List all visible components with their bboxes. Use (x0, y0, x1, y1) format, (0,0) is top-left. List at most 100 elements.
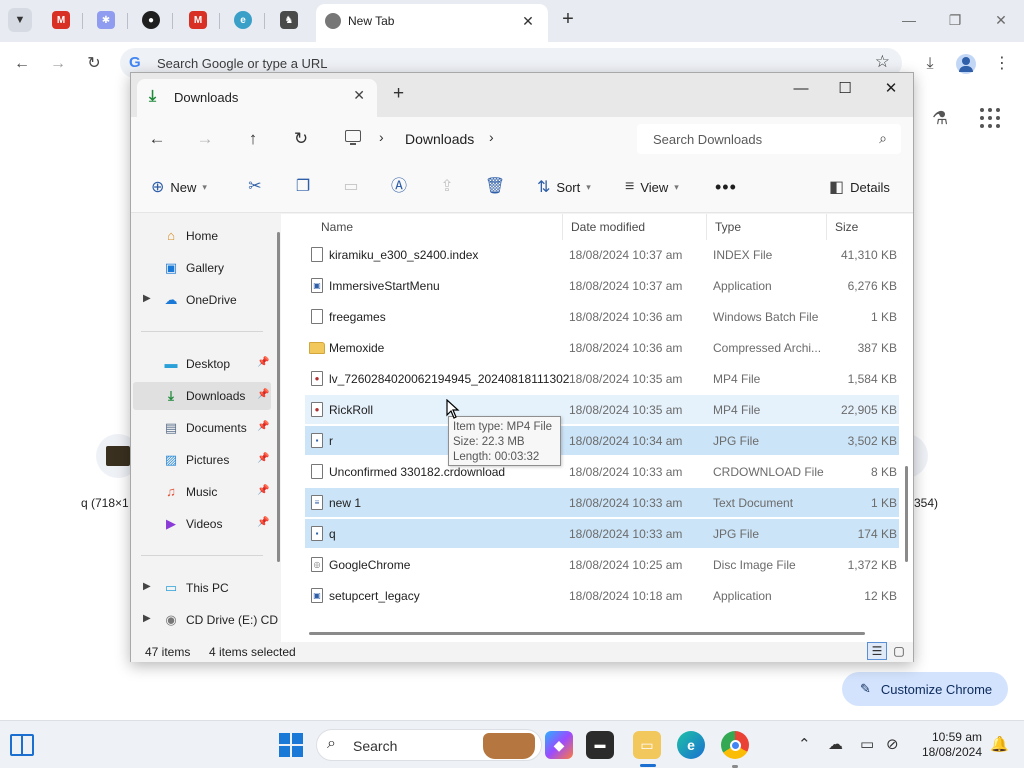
column-header-name[interactable]: Name (313, 214, 563, 240)
sort-button[interactable]: ⇅ Sort ▾ (537, 176, 591, 198)
chevron-right-icon[interactable]: › (379, 129, 384, 145)
chrome-menu-icon[interactable]: ⋮ (990, 52, 1014, 76)
file-row[interactable]: ◎ GoogleChrome 18/08/2024 10:25 am Disc … (305, 550, 899, 579)
new-button[interactable]: ⊕ New ▾ (151, 176, 207, 198)
explorer-refresh-button[interactable]: ↻ (289, 127, 313, 151)
close-tab-icon[interactable]: ✕ (353, 87, 365, 104)
explorer-new-tab-button[interactable]: + (393, 83, 404, 105)
bookmark-star-icon[interactable]: ☆ (875, 52, 890, 72)
explorer-maximize-button[interactable]: ☐ (825, 77, 865, 101)
file-row[interactable]: ▪ r 18/08/2024 10:34 am JPG File 3,502 K… (305, 426, 899, 455)
start-button[interactable] (279, 733, 303, 757)
cut-icon[interactable]: ✂ (243, 175, 267, 199)
volume-icon[interactable]: ⊘ (886, 735, 899, 753)
explorer-tab-downloads[interactable]: ⤓ Downloads ✕ (137, 79, 377, 117)
nav-item-gallery[interactable]: ▣ Gallery (133, 254, 271, 282)
display-icon[interactable]: ▭ (860, 735, 874, 753)
file-row[interactable]: freegames 18/08/2024 10:36 am Windows Ba… (305, 302, 899, 331)
copilot-icon[interactable]: ◆ (545, 731, 573, 759)
tab-favicon-game[interactable]: ♞ (280, 11, 298, 29)
downloads-icon[interactable]: ⤓ (918, 52, 942, 76)
more-options-icon[interactable]: ••• (715, 176, 737, 198)
file-row[interactable]: Memoxide 18/08/2024 10:36 am Compressed … (305, 333, 899, 362)
explorer-forward-button[interactable]: → (193, 127, 217, 151)
file-row[interactable]: ● RickRoll 18/08/2024 10:35 am MP4 File … (305, 395, 899, 424)
file-explorer-icon[interactable]: ▭ (633, 731, 661, 759)
file-row[interactable]: kiramiku_e300_s2400.index 18/08/2024 10:… (305, 240, 899, 269)
taskbar-search[interactable]: ⌕ Search (316, 729, 542, 761)
maximize-button[interactable]: ❐ (940, 8, 970, 32)
column-header-type[interactable]: Type (707, 214, 827, 240)
column-header-date[interactable]: Date modified (563, 214, 707, 240)
nav-item-home[interactable]: ⌂ Home (133, 222, 271, 250)
back-button[interactable]: ← (10, 52, 34, 76)
pin-icon[interactable]: 📌 (257, 389, 269, 400)
file-row[interactable]: ▪ q 18/08/2024 10:33 am JPG File 174 KB (305, 519, 899, 548)
cloud-sync-icon[interactable]: ☁ (828, 735, 843, 753)
google-apps-icon[interactable] (980, 108, 1000, 128)
nav-item-onedrive[interactable]: ▶ ☁ OneDrive (133, 286, 271, 314)
explorer-search-input[interactable]: Search Downloads ⌕ (637, 124, 901, 154)
close-tab-icon[interactable]: ✕ (518, 11, 538, 31)
chrome-icon[interactable] (721, 731, 749, 759)
minimize-button[interactable]: — (894, 8, 924, 32)
chevron-up-icon[interactable]: ⌃ (798, 735, 811, 753)
nav-item-desktop[interactable]: ▬ Desktop 📌 (133, 350, 271, 378)
breadcrumb[interactable]: › Downloads › (331, 124, 631, 154)
file-row[interactable]: Unconfirmed 330182.crdownload 18/08/2024… (305, 457, 899, 486)
explorer-close-button[interactable]: ✕ (871, 77, 911, 101)
tab-favicon-mega-2[interactable]: M (189, 11, 207, 29)
chevron-right-icon[interactable]: › (489, 129, 494, 145)
forward-button[interactable]: → (46, 52, 70, 76)
pin-icon[interactable]: 📌 (257, 517, 269, 528)
widgets-icon[interactable] (10, 734, 34, 756)
tab-favicon-github[interactable]: ● (142, 11, 160, 29)
customize-chrome-button[interactable]: ✎ Customize Chrome (842, 672, 1008, 706)
pin-icon[interactable]: 📌 (257, 453, 269, 464)
nav-item-documents[interactable]: ▤ Documents 📌 (133, 414, 271, 442)
explorer-minimize-button[interactable]: — (781, 77, 821, 101)
pin-icon[interactable]: 📌 (257, 485, 269, 496)
file-row[interactable]: ● lv_7260284020062194945_20240818111302 … (305, 364, 899, 393)
labs-flask-icon[interactable]: ⚗ (932, 108, 948, 129)
chevron-right-icon[interactable]: ▶ (143, 293, 151, 304)
chevron-right-icon[interactable]: ▶ (143, 613, 151, 624)
pin-icon[interactable]: 📌 (257, 357, 269, 368)
share-icon[interactable]: ⇪ (435, 175, 459, 199)
file-row[interactable]: ▣ ImmersiveStartMenu 18/08/2024 10:37 am… (305, 271, 899, 300)
nav-item-videos[interactable]: ▶ Videos 📌 (133, 510, 271, 538)
column-header-size[interactable]: Size (827, 214, 899, 240)
tiles-view-button[interactable]: ▢ (889, 642, 909, 660)
explorer-back-button[interactable]: ← (145, 127, 169, 151)
system-clock[interactable]: 10:59 am 18/08/2024 (918, 730, 982, 760)
nav-item-downloads[interactable]: ⤓ Downloads 📌 (133, 382, 271, 410)
reload-button[interactable]: ↻ (82, 52, 106, 76)
tab-favicon-edge[interactable]: e (234, 11, 252, 29)
file-row[interactable]: ≡ new 1 18/08/2024 10:33 am Text Documen… (305, 488, 899, 517)
details-view-button[interactable]: ☰ (867, 642, 887, 660)
explorer-up-button[interactable]: ↑ (241, 127, 265, 151)
pin-icon[interactable]: 📌 (257, 421, 269, 432)
chevron-right-icon[interactable]: ▶ (143, 581, 151, 592)
delete-icon[interactable]: 🗑 (483, 175, 507, 199)
list-horizontal-scrollbar[interactable] (309, 632, 865, 635)
new-tab-button[interactable]: + (556, 8, 580, 32)
terminal-icon[interactable]: ▬ (586, 731, 614, 759)
notification-bell-icon[interactable]: 🔔 (990, 735, 1009, 753)
nav-item-pictures[interactable]: ▨ Pictures 📌 (133, 446, 271, 474)
tab-favicon-mega-1[interactable]: M (52, 11, 70, 29)
view-button[interactable]: ≡ View ▾ (625, 176, 679, 198)
breadcrumb-downloads[interactable]: Downloads (405, 131, 474, 147)
nav-scrollbar[interactable] (277, 232, 280, 562)
nav-item-music[interactable]: ♫ Music 📌 (133, 478, 271, 506)
paste-icon[interactable]: ▭ (339, 175, 363, 199)
file-row[interactable]: ▣ setupcert_legacy 18/08/2024 10:18 am A… (305, 581, 899, 610)
tab-favicon-react[interactable]: ✱ (97, 11, 115, 29)
tab-new-tab[interactable]: New Tab ✕ (316, 4, 548, 42)
nav-item-cd-drive[interactable]: ▶ ◉ CD Drive (E:) CD (133, 606, 278, 634)
rename-icon[interactable]: Ⓐ (387, 175, 411, 199)
close-window-button[interactable]: ✕ (986, 8, 1016, 32)
nav-item-this-pc[interactable]: ▶ ▭ This PC (133, 574, 271, 602)
edge-icon[interactable]: e (677, 731, 705, 759)
details-pane-button[interactable]: ◧ Details (829, 176, 890, 198)
